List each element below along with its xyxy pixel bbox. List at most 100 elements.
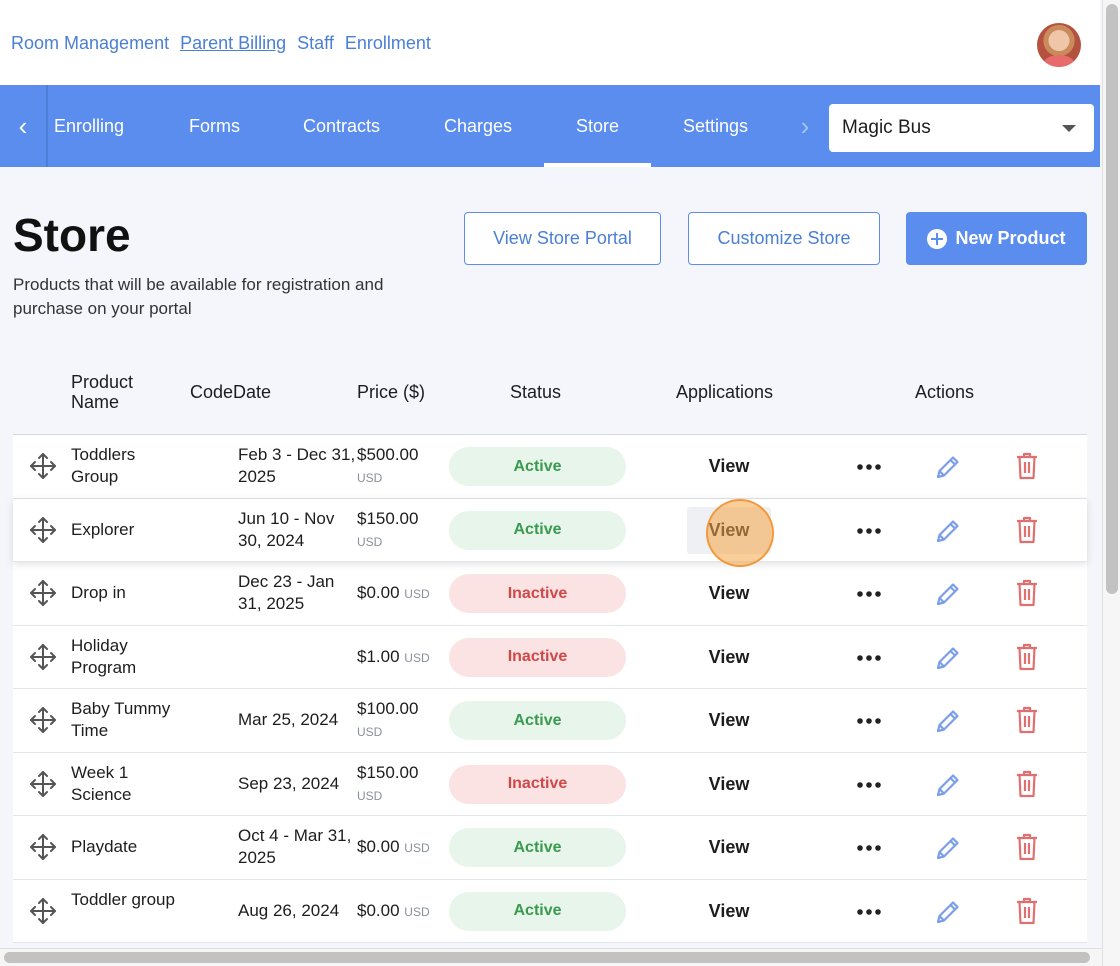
edit-icon[interactable] bbox=[934, 580, 962, 608]
currency-label: USD bbox=[404, 904, 430, 919]
table-row[interactable]: Baby Tummy Time Mar 25, 2024 $100.00 USD Act… bbox=[13, 689, 1087, 753]
table-row[interactable]: Toddlers Group Feb 3 - Dec 31, 2025 $500.0… bbox=[13, 435, 1087, 499]
plus-circle-icon bbox=[927, 228, 948, 249]
header-actions: Actions bbox=[915, 382, 975, 402]
status-badge: Inactive bbox=[449, 574, 626, 613]
tab-forms[interactable]: Forms bbox=[189, 85, 240, 167]
header-status: Status bbox=[510, 382, 562, 402]
move-icon[interactable] bbox=[28, 578, 58, 608]
edit-icon[interactable] bbox=[934, 771, 962, 799]
table-row[interactable]: Toddler group Aug 26, 2024 $0.00 USD Active… bbox=[13, 879, 1087, 943]
link-room-management[interactable]: Room Management bbox=[11, 33, 169, 54]
product-name: Playdate bbox=[71, 837, 138, 856]
tab-store[interactable]: Store bbox=[543, 85, 652, 167]
more-options-icon[interactable] bbox=[855, 775, 883, 795]
product-price: $150.00 bbox=[357, 508, 419, 528]
header-code: Code bbox=[190, 382, 234, 402]
top-links: Room Management Parent Billing Staff Enr… bbox=[11, 33, 431, 54]
product-date: Feb 3 - Dec 31, 2025 bbox=[238, 445, 356, 486]
trash-icon[interactable] bbox=[1016, 452, 1038, 480]
edit-icon[interactable] bbox=[934, 834, 962, 862]
status-badge: Active bbox=[449, 510, 626, 550]
product-price: $0.00 bbox=[357, 900, 400, 920]
site-select[interactable]: Magic Bus bbox=[829, 104, 1094, 152]
edit-icon[interactable] bbox=[934, 517, 962, 545]
link-parent-billing[interactable]: Parent Billing bbox=[180, 33, 286, 54]
more-options-icon[interactable] bbox=[855, 521, 883, 541]
view-applications-button[interactable]: View bbox=[687, 710, 771, 731]
horizontal-scrollbar[interactable] bbox=[0, 948, 1102, 966]
more-options-icon[interactable] bbox=[855, 902, 883, 922]
table-row[interactable]: Explorer Jun 10 - Nov 30, 2024 $150.00 USD A… bbox=[13, 498, 1087, 562]
header-price: Price ($) bbox=[357, 382, 426, 402]
edit-icon[interactable] bbox=[934, 453, 962, 481]
edit-icon[interactable] bbox=[934, 898, 962, 926]
move-icon[interactable] bbox=[28, 769, 58, 799]
product-date: Jun 10 - Nov 30, 2024 bbox=[238, 508, 335, 550]
tab-contracts[interactable]: Contracts bbox=[303, 85, 380, 167]
table-row[interactable]: Holiday Program $1.00 USD Inactive View bbox=[13, 625, 1087, 689]
header-applications: Applications bbox=[676, 382, 774, 402]
product-price: $100.00 bbox=[357, 699, 419, 718]
table-row[interactable]: Week 1 Science Sep 23, 2024 $150.00 USD Inac… bbox=[13, 752, 1087, 816]
more-options-icon[interactable] bbox=[855, 711, 883, 731]
more-options-icon[interactable] bbox=[855, 457, 883, 477]
trash-icon[interactable] bbox=[1016, 706, 1038, 734]
trash-icon[interactable] bbox=[1016, 833, 1038, 861]
header-product-name: Product Name bbox=[71, 372, 134, 412]
view-applications-button[interactable]: View bbox=[687, 583, 771, 604]
link-staff[interactable]: Staff bbox=[297, 33, 334, 54]
link-enrollment[interactable]: Enrollment bbox=[345, 33, 431, 54]
product-name: Explorer bbox=[71, 519, 135, 539]
move-icon[interactable] bbox=[28, 515, 58, 545]
product-name: Toddler group bbox=[71, 889, 175, 909]
currency-label: USD bbox=[357, 471, 383, 485]
view-applications-button[interactable]: View bbox=[687, 837, 771, 858]
horizontal-scroll-thumb[interactable] bbox=[4, 952, 1090, 963]
edit-icon[interactable] bbox=[934, 707, 962, 735]
product-name: Week 1 Science bbox=[71, 762, 132, 804]
more-options-icon[interactable] bbox=[855, 584, 883, 604]
move-icon[interactable] bbox=[28, 832, 58, 862]
chevron-left-icon[interactable]: ‹ bbox=[0, 85, 48, 167]
view-applications-button[interactable]: View bbox=[687, 647, 771, 668]
currency-label: USD bbox=[404, 587, 430, 601]
move-icon[interactable] bbox=[28, 451, 58, 481]
view-store-portal-button[interactable]: View Store Portal bbox=[464, 212, 661, 265]
table-row[interactable]: Drop in Dec 23 - Jan 31, 2025 $0.00 USD Ina… bbox=[13, 562, 1087, 626]
trash-icon[interactable] bbox=[1016, 897, 1038, 925]
view-applications-button[interactable]: View bbox=[687, 506, 771, 554]
product-price: $0.00 bbox=[357, 583, 400, 602]
new-product-button[interactable]: New Product bbox=[906, 212, 1087, 265]
product-name: Baby Tummy Time bbox=[71, 699, 171, 740]
trash-icon[interactable] bbox=[1016, 643, 1038, 671]
view-applications-button[interactable]: View bbox=[687, 901, 771, 922]
new-product-label: New Product bbox=[955, 228, 1066, 248]
chevron-right-icon[interactable]: › bbox=[790, 85, 820, 167]
more-options-icon[interactable] bbox=[855, 838, 883, 858]
vertical-scrollbar[interactable] bbox=[1102, 0, 1120, 966]
tab-settings[interactable]: Settings bbox=[683, 85, 748, 167]
tab-enrolling[interactable]: Enrolling bbox=[54, 85, 124, 167]
view-applications-button[interactable]: View bbox=[687, 774, 771, 795]
trash-icon[interactable] bbox=[1016, 579, 1038, 607]
product-date: Sep 23, 2024 bbox=[238, 773, 340, 793]
move-icon[interactable] bbox=[28, 896, 58, 926]
more-options-icon[interactable] bbox=[855, 648, 883, 668]
module-nav: ‹ Enrolling Forms Contracts Charges Stor… bbox=[0, 85, 1100, 167]
product-price: $150.00 bbox=[357, 762, 419, 782]
table-row[interactable]: Playdate Oct 4 - Mar 31, 2025 $0.00 USD Act… bbox=[13, 816, 1087, 880]
trash-icon[interactable] bbox=[1016, 516, 1038, 544]
user-avatar[interactable] bbox=[1037, 23, 1081, 67]
trash-icon[interactable] bbox=[1016, 770, 1038, 798]
vertical-scroll-thumb[interactable] bbox=[1106, 4, 1118, 594]
customize-store-button[interactable]: Customize Store bbox=[688, 212, 880, 265]
move-icon[interactable] bbox=[28, 705, 58, 735]
edit-icon[interactable] bbox=[934, 644, 962, 672]
product-date: Dec 23 - Jan 31, 2025 bbox=[238, 572, 335, 613]
move-icon[interactable] bbox=[28, 642, 58, 672]
status-badge: Active bbox=[449, 447, 626, 486]
tab-charges[interactable]: Charges bbox=[444, 85, 512, 167]
page-title: Store bbox=[13, 209, 131, 261]
view-applications-button[interactable]: View bbox=[687, 456, 771, 477]
